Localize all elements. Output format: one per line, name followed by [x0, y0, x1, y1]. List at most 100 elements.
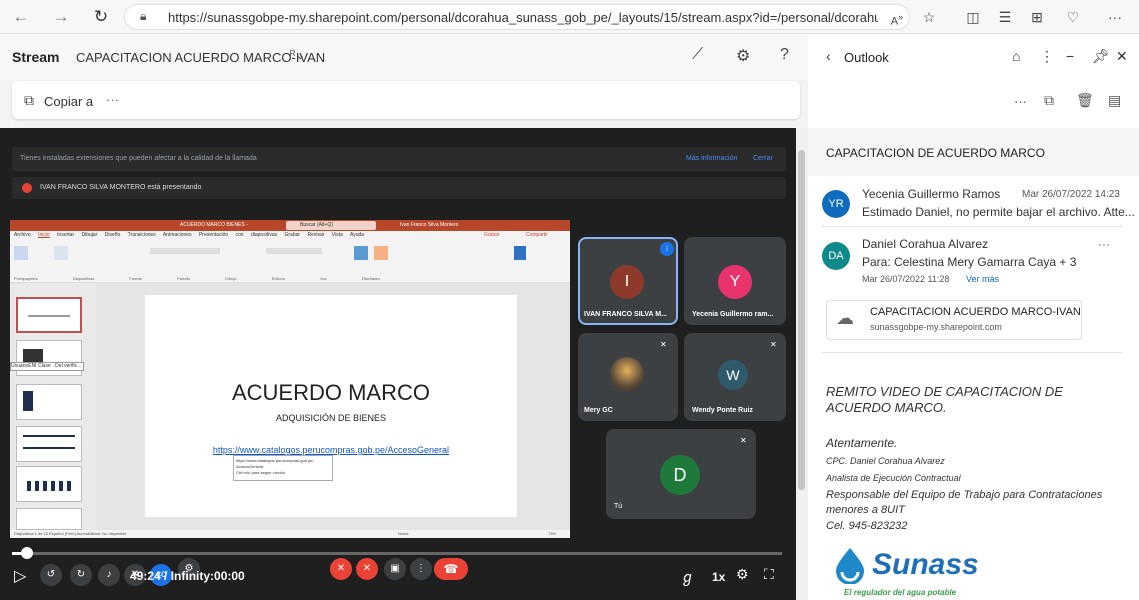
link-tooltip: https://www.catalogos.perucompras.gob.pe… — [233, 455, 333, 481]
progress-track[interactable] — [12, 552, 782, 555]
msg2-more-icon[interactable]: ··· — [1098, 237, 1110, 251]
app-name[interactable]: Stream — [12, 49, 59, 65]
favorite-icon[interactable]: ☆ — [918, 7, 940, 27]
thumbnail-3 — [16, 384, 82, 420]
present-screen-icon: ▣ — [384, 558, 406, 580]
settings-icon[interactable]: ⚙ — [736, 46, 750, 66]
msg2-sender[interactable]: Daniel Corahua Alvarez — [862, 237, 988, 251]
outlook-back-icon[interactable]: ‹ — [826, 48, 831, 64]
attachment-site: sunassgobpe-my.sharepoint.com — [870, 322, 1002, 332]
sig-name: CPC. Daniel Corahua Alvarez — [826, 456, 945, 466]
avatar-yecenia: Y — [718, 265, 752, 299]
outlook-title: Outlook — [844, 50, 889, 65]
avatar-wendy: W — [718, 360, 748, 390]
participant-name-self: Tú — [614, 503, 623, 510]
playback-speed[interactable]: 1x — [712, 570, 725, 584]
participant-name-ivan: IVAN FRANCO SILVA M... — [584, 311, 667, 318]
extensions-text: Tienes instaladas extensiones que pueden… — [20, 155, 257, 162]
current-slide — [145, 295, 517, 517]
avatar-yr: YR — [822, 190, 850, 218]
ppt-filename: ACUERDO MARCO BIENES - — [180, 222, 248, 228]
thumbnail-1 — [16, 297, 82, 333]
camera-toggle-icon: ✕ — [356, 558, 378, 580]
msg2-recipients[interactable]: Para: Celestina Mery Gamarra Caya + 3 — [862, 255, 1076, 269]
avatar-da: DA — [822, 242, 850, 270]
ppt-share: Compartir — [526, 232, 548, 238]
more-info-link[interactable]: Más información — [686, 155, 737, 162]
feedback-icon[interactable]: ⟋ — [692, 46, 703, 64]
close-icon[interactable]: ✕ — [1116, 48, 1128, 65]
share-icon[interactable]: ℊ — [680, 566, 695, 587]
help-icon[interactable]: ? — [780, 46, 789, 64]
thumbnail-5 — [16, 466, 82, 502]
back-icon[interactable]: ← — [10, 6, 32, 28]
archive-icon[interactable]: ▤ — [1108, 92, 1121, 109]
msg2-date: Mar 26/07/2022 11:28 — [862, 274, 950, 284]
speaking-icon: ⁝ — [660, 242, 674, 256]
mail-subject: CAPACITACION DE ACUERDO MARCO — [826, 146, 1045, 160]
cloud-file-icon: ☁ — [836, 308, 854, 328]
video-title[interactable]: CAPACITACION ACUERDO MARCO-IVAN — [76, 50, 325, 65]
msg1-preview[interactable]: Estimado Daniel, no permite bajar el arc… — [862, 205, 1135, 219]
copy-to-button[interactable]: Copiar a — [44, 94, 93, 109]
sig-team: Responsable del Equipo de Trabajo para C… — [826, 489, 1103, 516]
refresh-icon[interactable]: ↻ — [90, 6, 112, 28]
collections-icon[interactable]: ⊞ — [1026, 7, 1048, 27]
mic-toggle-icon: ✕ — [330, 558, 352, 580]
participant-name-wendy: Wendy Ponte Ruiz — [692, 407, 753, 414]
ppt-tabs: Archivo Inicio Insertar Dibujar Diseño T… — [14, 232, 365, 238]
more-actions-button[interactable]: ··· — [106, 92, 119, 107]
divider — [822, 226, 1122, 227]
ppt-status-left: Diapositiva 1 de 12 Español (Perú) Acces… — [14, 531, 127, 536]
see-more-link[interactable]: Ver más — [966, 274, 999, 284]
minimize-icon[interactable]: − — [1066, 48, 1074, 64]
video-settings-icon[interactable]: ⚙ — [736, 566, 749, 583]
performance-icon[interactable]: ♡ — [1062, 7, 1084, 27]
command-bar — [12, 81, 800, 119]
ppt-groups: Portapapeles Diapositivas Fuente Párrafo… — [14, 276, 380, 281]
mail-more-icon[interactable]: ··· — [1014, 94, 1027, 109]
sunass-tagline: El regulador del agua potable — [844, 588, 957, 597]
ppt-notes: Notas — [398, 531, 409, 536]
play-icon[interactable]: ▷ — [14, 566, 26, 586]
split-screen-icon[interactable]: ◫ — [962, 7, 984, 27]
presenting-text: IVAN FRANCO SILVA MONTERO está presentan… — [40, 184, 202, 191]
avatar-ivan: I — [610, 265, 644, 299]
slide-title: ACUERDO MARCO — [231, 380, 430, 405]
msg1-sender[interactable]: Yecenia Guillermo Ramos — [862, 187, 1000, 201]
ppt-search-text: Buscar (Alt+Q) — [300, 222, 333, 228]
attachment-name[interactable]: CAPACITACION ACUERDO MARCO-IVAN — [870, 306, 1081, 318]
pin-icon[interactable]: 📌︎ — [1092, 48, 1110, 65]
ppt-zoom: 73% — [548, 531, 557, 536]
volume-icon[interactable]: ♪ — [98, 564, 120, 586]
muted-icon: ✕ — [660, 340, 667, 349]
favorites-list-icon[interactable]: ☰ — [994, 7, 1016, 27]
participant-name-mery: Mery GC — [584, 407, 613, 414]
rewind-10-icon[interactable]: ↺ — [40, 564, 62, 586]
thumbnail-4 — [16, 426, 82, 462]
sig-role: Analista de Ejecución Contractual — [826, 473, 961, 483]
thumbnail-6 — [16, 508, 82, 530]
outlook-more-icon[interactable]: ⋮ — [1040, 48, 1054, 65]
popout-icon[interactable]: ⧉ — [1044, 92, 1054, 109]
home-icon[interactable]: ⌂ — [1012, 48, 1020, 64]
read-aloud-icon[interactable]: A» — [886, 7, 908, 28]
forward-10-icon[interactable]: ↻ — [70, 564, 92, 586]
msg1-date: Mar 26/07/2022 14:23 — [1022, 189, 1120, 200]
sunass-logo: Sunass — [872, 548, 979, 581]
present-icon — [22, 183, 32, 193]
url-text[interactable]: https://sunassgobpe-my.sharepoint.com/pe… — [168, 10, 878, 25]
share-chevron-icon[interactable]: ᴿ⌄ — [290, 48, 305, 62]
delete-icon[interactable]: 🗑︎ — [1076, 92, 1094, 109]
copy-icon[interactable]: ⧉ — [24, 92, 34, 109]
lock-icon[interactable]: 🔒︎ — [140, 9, 146, 24]
fullscreen-icon[interactable]: ⛶ — [764, 566, 774, 583]
more-icon[interactable]: ··· — [1104, 7, 1126, 27]
close-link[interactable]: Cerrar — [753, 155, 773, 162]
meet-more-icon: ⋮ — [410, 558, 432, 580]
sig-phone: Cel. 945-823232 — [826, 520, 908, 532]
muted-icon: ✕ — [770, 340, 777, 349]
scrollbar-thumb[interactable] — [798, 150, 805, 490]
forward-icon[interactable]: → — [50, 6, 72, 28]
divider — [822, 352, 1122, 353]
